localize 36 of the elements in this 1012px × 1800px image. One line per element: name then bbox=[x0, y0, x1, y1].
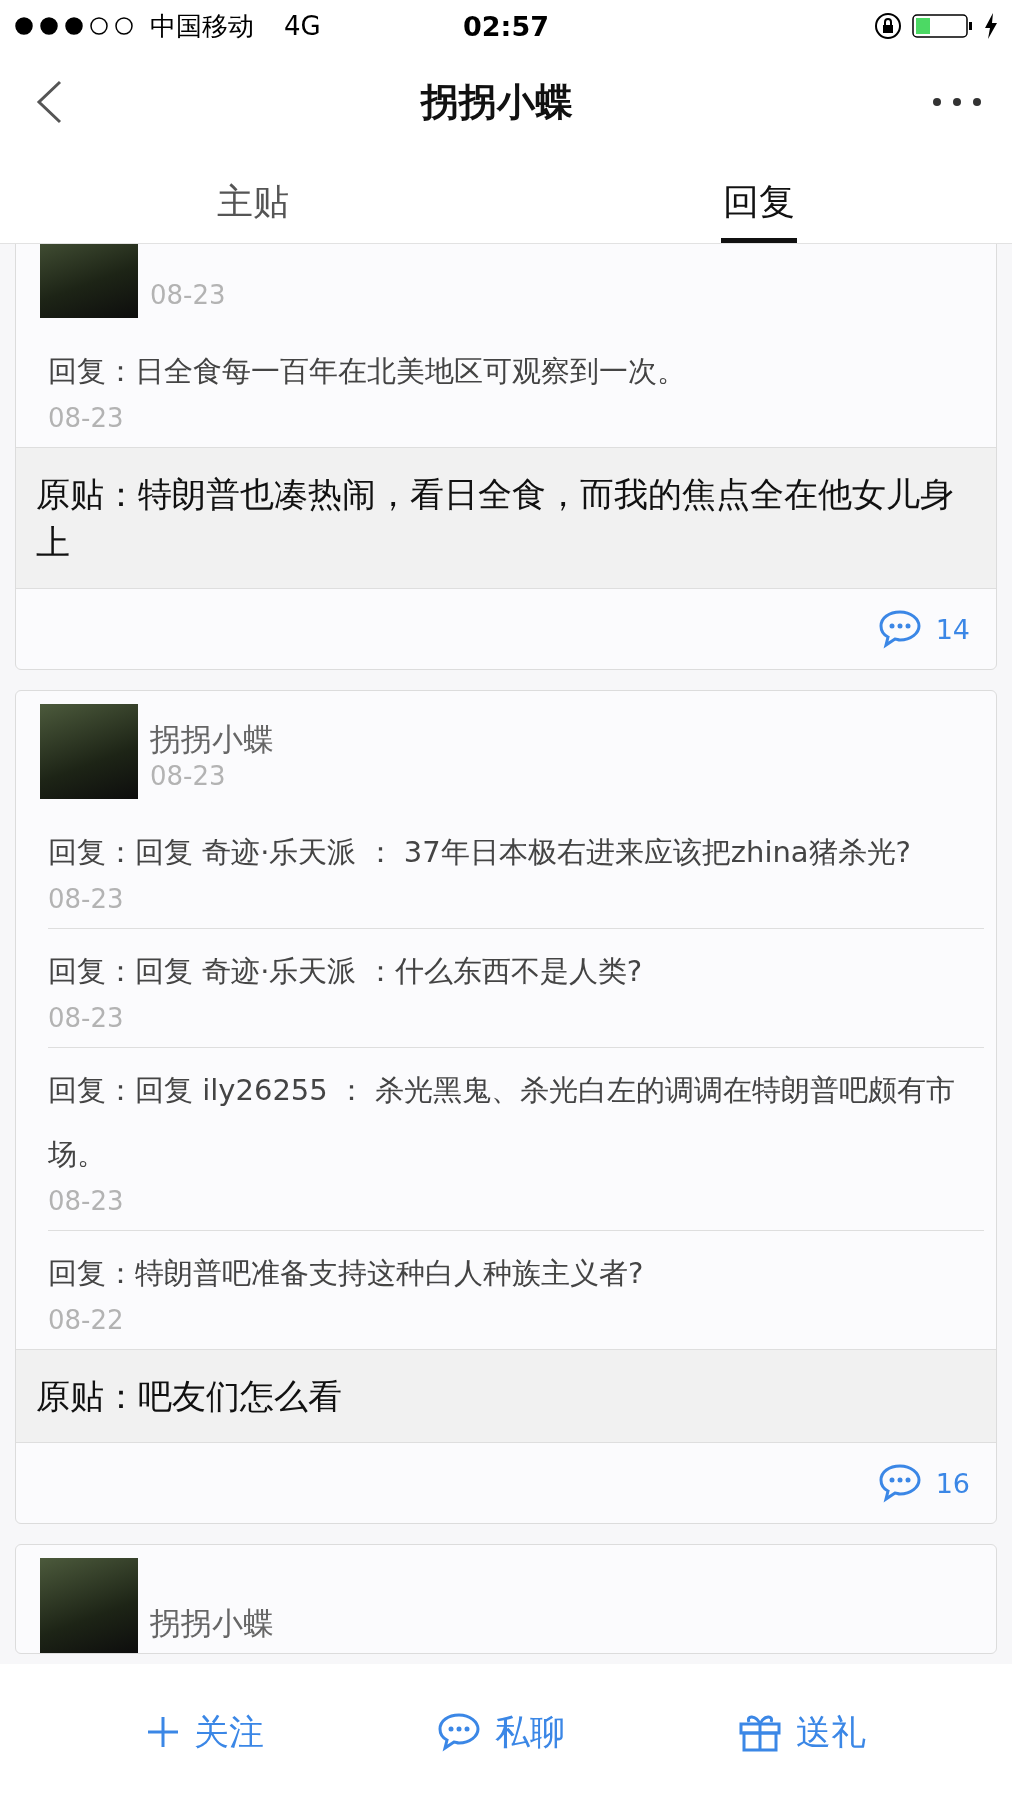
network-type: 4G bbox=[284, 11, 321, 41]
post-date: 08-23 bbox=[150, 280, 226, 310]
action-button[interactable]: 送礼 bbox=[731, 1707, 872, 1757]
comment-icon bbox=[877, 1463, 922, 1503]
original-post[interactable]: 原贴：特朗普也凑热闹，看日全食，而我的焦点全在他女儿身上 bbox=[16, 447, 996, 589]
chat-bubble-icon bbox=[437, 1712, 481, 1752]
page-title: 拐拐小蝶 bbox=[421, 78, 573, 126]
original-post[interactable]: 原贴：吧友们怎么看 bbox=[16, 1349, 996, 1443]
reply-date: 08-23 bbox=[48, 1003, 125, 1033]
reply-text: 回复：回复 奇迹·乐天派 ： 37年日本极右进来应该把zhina猪杀光? bbox=[48, 834, 912, 871]
reply-text: 回复：回复 奇迹·乐天派 ：什么东西不是人类? bbox=[48, 953, 644, 990]
battery-icon bbox=[912, 13, 974, 39]
charging-bolt-icon bbox=[984, 13, 998, 39]
reply-date: 08-23 bbox=[48, 1186, 125, 1216]
gift-icon bbox=[737, 1712, 782, 1752]
reply-date: 08-23 bbox=[48, 403, 125, 433]
comment-icon bbox=[877, 609, 922, 649]
comment-count: 14 bbox=[935, 613, 970, 645]
clock-time: 02:57 bbox=[463, 10, 549, 42]
comment-count: 16 bbox=[935, 1467, 970, 1499]
reply-text: 回复：特朗普吧准备支持这种白人种族主义者? bbox=[48, 1255, 645, 1292]
post-date: 08-23 bbox=[150, 761, 227, 791]
tab[interactable]: 主贴 bbox=[215, 152, 291, 243]
reply-text: 回复：日全食每一百年在北美地区可观察到一次。 bbox=[48, 353, 687, 390]
plus-icon bbox=[146, 1715, 181, 1749]
rotation-lock-icon bbox=[874, 12, 902, 40]
carrier-name: 中国移动 bbox=[150, 9, 254, 43]
more-icon[interactable] bbox=[932, 97, 982, 107]
reply-text: 回复：回复 ily26255 ： 杀光黑鬼、杀光白左的调调在特朗普吧颇有市场。 bbox=[48, 1072, 957, 1173]
author-name[interactable]: 拐拐小蝶 bbox=[150, 719, 274, 761]
action-button[interactable]: 关注 bbox=[140, 1707, 271, 1757]
action-button[interactable]: 私聊 bbox=[431, 1707, 571, 1757]
author-name[interactable]: 拐拐小蝶 bbox=[150, 1603, 274, 1645]
back-icon[interactable] bbox=[36, 80, 62, 124]
reply-date: 08-22 bbox=[48, 1305, 125, 1335]
reply-date: 08-23 bbox=[48, 884, 125, 914]
